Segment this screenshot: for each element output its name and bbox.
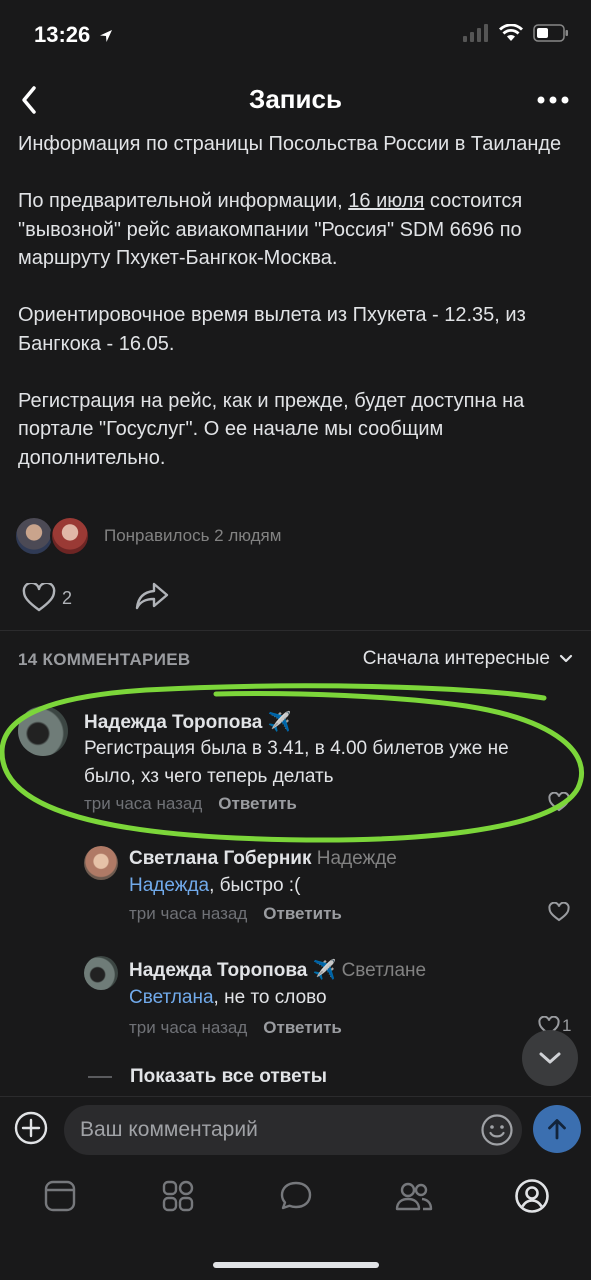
comment-time: три часа назад [129,904,248,923]
cellular-signal-icon [463,24,488,42]
show-all-replies-button[interactable]: Показать все ответы [88,1066,327,1088]
share-arrow-icon [135,582,169,609]
avatar[interactable] [18,706,68,756]
status-time: 13:26 [34,22,114,48]
heart-icon [548,791,570,812]
comment-composer [0,1096,591,1162]
share-button[interactable] [134,581,170,616]
mention-link[interactable]: Светлана [129,987,214,1008]
plus-circle-icon [14,1111,48,1145]
show-all-label: Показать все ответы [130,1066,327,1087]
attach-button[interactable] [14,1111,48,1145]
comment-like-button[interactable] [548,791,570,817]
messages-icon [280,1181,312,1210]
arrow-up-icon [548,1119,566,1140]
liked-by-row[interactable]: Понравилось 2 людям [14,514,281,558]
mention-link[interactable]: Надежда [129,875,209,896]
tab-services[interactable] [148,1174,208,1218]
post-paragraph: Информация по страницы Посольства России… [18,133,562,155]
post-paragraph: По предварительной информации, 16 июля с… [18,190,523,269]
comment-text: Светлана, не то слово [129,987,327,1008]
page-title: Запись [249,84,342,114]
tab-home[interactable] [30,1174,90,1218]
emoji-button[interactable] [480,1113,514,1147]
comment-meta: три часа назад Ответить [129,1018,342,1038]
comment-author[interactable]: Надежда Торопова ✈️ Светлане [129,958,426,982]
reply-button[interactable]: Ответить [218,794,297,813]
home-indicator [213,1262,379,1268]
avatar [14,516,54,556]
nav-bar: Запись [0,70,591,130]
heart-icon [548,901,570,922]
scroll-down-button[interactable] [522,1030,578,1086]
avatar [50,516,90,556]
comment-meta: три часа назад Ответить [129,904,342,924]
more-button[interactable] [533,82,573,118]
post-paragraph: Регистрация на рейс, как и прежде, будет… [18,389,525,469]
sort-label: Сначала интересные [362,648,550,669]
comment-author[interactable]: Надежда Торопова ✈️ [84,710,291,734]
wifi-icon [499,24,523,41]
more-dots-icon [537,96,569,104]
post-text: Информация по страницы Посольства России… [18,130,578,501]
comment-text: Регистрация была в 3.41, в 4.00 билетов … [84,738,509,787]
services-icon [162,1180,194,1212]
avatar[interactable] [84,956,118,990]
comment: Надежда Торопова ✈️ Регистрация была в 3… [0,700,591,820]
like-button[interactable]: 2 [22,583,72,613]
chevron-down-icon [539,1052,561,1064]
tab-profile[interactable] [502,1174,562,1218]
comment-like-button[interactable] [548,901,570,927]
home-icon [44,1180,76,1212]
comment-meta: три часа назад Ответить [84,794,297,814]
profile-icon [515,1179,549,1213]
reply-to: Надежде [316,848,397,869]
comment-text: Надежда, быстро :( [129,875,301,896]
tab-messages[interactable] [266,1174,326,1218]
comment-reply: Надежда Торопова ✈️ Светлане Светлана, н… [0,952,591,1042]
status-bar: 13:26 [0,0,591,70]
heart-icon [22,583,56,612]
location-arrow-icon [100,30,113,43]
reply-button[interactable]: Ответить [263,904,342,923]
post-paragraph: Ориентировочное время вылета из Пхукета … [18,304,526,355]
avatar[interactable] [84,846,118,880]
chevron-down-icon [559,654,573,663]
date-link[interactable]: 16 июля [348,190,424,212]
tab-friends[interactable] [384,1174,444,1218]
battery-icon [533,24,568,42]
reply-to: Светлане [341,960,427,981]
comments-count: 14 КОММЕНТАРИЕВ [18,650,191,669]
comment-author[interactable]: Светлана Гоберник Надежде [129,848,397,870]
liker-avatars [14,514,96,558]
smile-icon [481,1114,513,1146]
comment-time: три часа назад [84,794,203,813]
send-button[interactable] [533,1105,581,1153]
divider [88,1076,112,1078]
comment-input[interactable] [64,1105,522,1155]
divider [0,630,591,631]
friends-icon [395,1182,433,1211]
reply-button[interactable]: Ответить [263,1018,342,1037]
comment-time: три часа назад [129,1018,248,1037]
comments-header: 14 КОММЕНТАРИЕВ Сначала интересные [18,648,574,674]
comment-reply: Светлана Гоберник Надежде Надежда, быстр… [0,842,591,932]
liked-by-text: Понравилось 2 людям [104,526,282,545]
like-count: 2 [62,587,73,608]
sort-dropdown[interactable]: Сначала интересные [363,648,574,670]
status-icons [463,24,569,42]
post-actions: 2 [22,580,170,616]
